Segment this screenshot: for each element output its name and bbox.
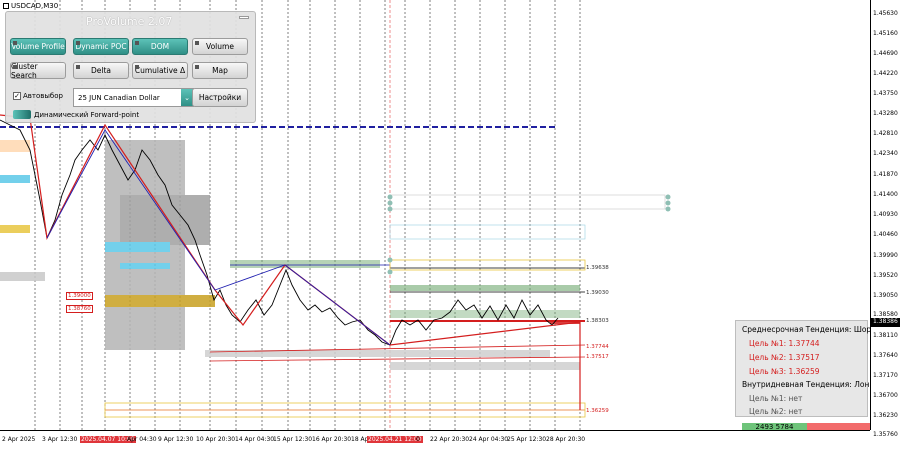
zigzag-bull — [46, 129, 391, 346]
price-tick: 1.39990 — [873, 252, 898, 259]
price-tick: 1.42340 — [873, 150, 898, 157]
price-tick: 1.38110 — [873, 332, 898, 339]
time-tick: 10 Apr 20:30 — [196, 436, 236, 443]
price-tick: 1.39050 — [873, 292, 898, 299]
time-tick: 24 Apr 04:30 — [469, 436, 509, 443]
price-tick: 1.44220 — [873, 70, 898, 77]
instrument-select[interactable]: 25 JUN Canadian Dollar ⌄ — [73, 88, 194, 107]
level-label-6: 1.36259 — [586, 408, 609, 414]
time-tick: 16 Apr 20:30 — [312, 436, 352, 443]
price-tick: 1.41870 — [873, 171, 898, 178]
price-tick: 1.36700 — [873, 392, 898, 399]
current-price-tag: 1.38386 — [871, 318, 900, 327]
price-tick: 1.40460 — [873, 231, 898, 238]
time-tick: 9 Apr 12:30 — [158, 436, 194, 443]
level-label-2: 1.39030 — [586, 290, 609, 296]
price-tick: 1.43750 — [873, 90, 898, 97]
cluster-search-button[interactable]: Cluster Search — [10, 62, 66, 80]
buy-volume: 2493 5784 — [742, 423, 807, 430]
level-label-1: 1.39638 — [586, 265, 609, 271]
price-tick: 1.38580 — [873, 311, 898, 318]
indicator-icon — [195, 65, 199, 69]
symbol-label: USDCAD,M30 — [3, 2, 58, 10]
price-tick: 1.41400 — [873, 191, 898, 198]
target-3: Цель №3: 1.36259 — [749, 367, 820, 376]
symbol-icon — [3, 3, 9, 9]
target-2: Цель №2: 1.37517 — [749, 353, 820, 362]
minimize-icon[interactable] — [239, 16, 249, 19]
delta-button[interactable]: Delta — [73, 62, 129, 79]
projection-dots — [387, 194, 671, 275]
time-tick: 14 Apr 04:30 — [235, 436, 275, 443]
map-button[interactable]: Map — [192, 62, 248, 79]
toggle-icon[interactable] — [13, 110, 31, 119]
price-tick: 1.45630 — [873, 10, 898, 17]
time-tick: Apr 04:30 — [127, 436, 157, 443]
price-tick: 1.37170 — [873, 372, 898, 379]
autoselect-checkbox[interactable]: ✓ Автовыбор — [13, 92, 63, 100]
sell-volume — [807, 423, 870, 430]
price-tick: 1.44690 — [873, 50, 898, 57]
time-tick: 15 Apr 12:30 — [273, 436, 313, 443]
indicator-icon — [195, 41, 199, 45]
level-label-4: 1.37744 — [586, 344, 609, 350]
chart-area[interactable]: USDCAD,M30 1.39638 1.39030 1.38303 1.377… — [0, 0, 870, 430]
time-tick: 0 — [416, 436, 420, 443]
price-tick: 1.40930 — [873, 211, 898, 218]
time-tick: 25 Apr 12:30 — [507, 436, 547, 443]
dynamic-poc-button[interactable]: Dynamic POC — [73, 38, 129, 55]
intraday-trend-label: Внутридневная Тенденция: Лонг — [742, 380, 870, 389]
price-tick: 1.45160 — [873, 30, 898, 37]
intraday-target-2: Цель №2: нет — [749, 407, 803, 416]
time-tick: 22 Apr 20:30 — [430, 436, 470, 443]
price-tick: 1.39520 — [873, 272, 898, 279]
time-tick: 3 Apr 12:30 — [42, 436, 78, 443]
left-level-label-2: 1.38760 — [66, 305, 93, 313]
price-tick: 1.43280 — [873, 110, 898, 117]
price-tick: 1.35760 — [873, 431, 898, 438]
provolume-panel[interactable]: ProVolume 2.07 Volume Profile Dynamic PO… — [5, 11, 256, 123]
time-tick-highlight: 2025.04.21 12:00 — [367, 436, 423, 443]
price-axis[interactable]: 1.45630 1.45160 1.44690 1.44220 1.43750 … — [870, 0, 900, 438]
indicator-icon — [76, 65, 80, 69]
checkmark-icon: ✓ — [13, 92, 21, 100]
volume-button[interactable]: Volume — [192, 38, 248, 55]
trend-info-box: Среднесрочная Тенденция: Шорт Цель №1: 1… — [735, 320, 870, 417]
time-axis[interactable]: 2 Apr 2025 3 Apr 12:30 2025.04.07 10:00 … — [0, 430, 870, 449]
volume-balance-bar: 2493 5784 — [742, 423, 870, 430]
intraday-target-1: Цель №1: нет — [749, 394, 803, 403]
indicator-icon — [135, 41, 139, 45]
price-tick: 1.42810 — [873, 130, 898, 137]
cumulative-delta-button[interactable]: Cumulative Δ — [132, 62, 188, 79]
forward-point-toggle[interactable]: Динамический Forward-point — [13, 110, 139, 119]
target-1: Цель №1: 1.37744 — [749, 339, 820, 348]
time-tick: 28 Apr 20:30 — [546, 436, 586, 443]
indicator-icon — [13, 65, 17, 69]
volume-profile — [0, 140, 580, 370]
level-label-5: 1.37517 — [586, 354, 609, 360]
price-tick: 1.36230 — [873, 412, 898, 419]
level-label-3: 1.38303 — [586, 318, 609, 324]
volume-profile-button[interactable]: Volume Profile — [10, 38, 66, 55]
indicator-icon — [135, 65, 139, 69]
panel-title: ProVolume 2.07 — [86, 15, 173, 28]
indicator-icon — [76, 41, 80, 45]
indicator-icon — [13, 41, 17, 45]
left-level-label-1: 1.39000 — [66, 292, 93, 300]
dom-button[interactable]: DOM — [132, 38, 188, 55]
medium-trend-label: Среднесрочная Тенденция: Шорт — [742, 325, 870, 334]
time-tick: 2 Apr 2025 — [2, 436, 36, 443]
settings-button[interactable]: Настройки — [192, 88, 248, 107]
price-tick: 1.37640 — [873, 352, 898, 359]
